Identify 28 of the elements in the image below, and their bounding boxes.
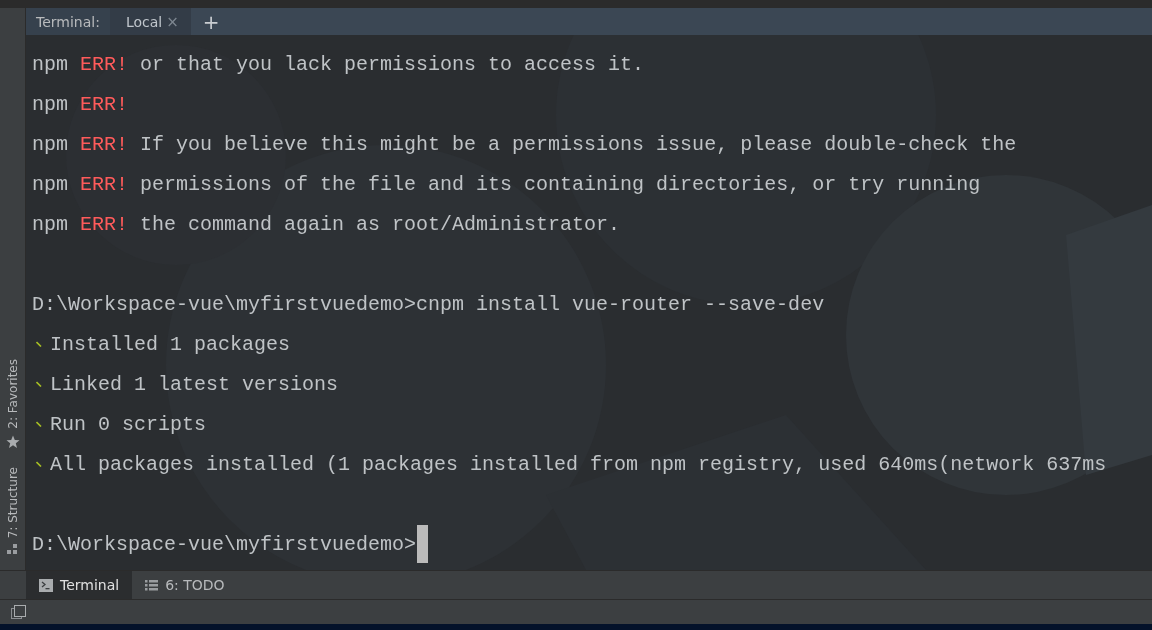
terminal-line: Installed 1 packages — [50, 332, 291, 356]
terminal-line: Linked 1 latest versions — [50, 372, 339, 396]
tool-window-tab[interactable]: Terminal — [26, 571, 133, 599]
terminal-line: npm ERR! or that you lack permissions to access it. — [32, 52, 645, 76]
terminal-line: All packages installed (1 packages installed from npm registry, used 640ms(network 637ms — [50, 452, 1107, 476]
windows-icon — [11, 604, 26, 620]
terminal-line: npm ERR! — [32, 92, 129, 116]
terminal-icon — [39, 578, 53, 592]
new-tab-button[interactable]: + — [190, 8, 232, 35]
tool-window-tab[interactable]: 6: TODO — [132, 571, 238, 599]
side-tool-button[interactable]: 2: Favorites — [5, 358, 20, 449]
structure-icon — [6, 544, 19, 556]
tick-icon — [36, 381, 42, 387]
side-tool-button[interactable]: 7: Structure — [5, 466, 20, 556]
terminal-line: npm ERR! If you believe this might be a permissions issue, please double-check the — [32, 132, 1017, 156]
session-tab[interactable]: Local × — [109, 8, 191, 35]
tick-icon — [36, 421, 42, 427]
command-prompt: D:\Workspace-vue\myfirstvuedemo>cnpm install vue-router --save-dev — [32, 292, 825, 316]
terminal-line: Run 0 scripts — [50, 412, 207, 436]
command-prompt: D:\Workspace-vue\myfirstvuedemo> — [32, 532, 417, 556]
list-icon — [145, 579, 159, 591]
close-icon[interactable]: × — [166, 12, 179, 31]
tick-icon — [36, 341, 42, 347]
tool-window-title: Terminal: — [26, 8, 110, 35]
terminal-line: npm ERR! the command again as root/Administrator. — [32, 212, 621, 236]
tick-icon — [36, 461, 42, 467]
star-icon — [5, 434, 20, 449]
terminal-line: npm ERR! permissions of the file and its containing directories, or try running — [32, 172, 981, 196]
